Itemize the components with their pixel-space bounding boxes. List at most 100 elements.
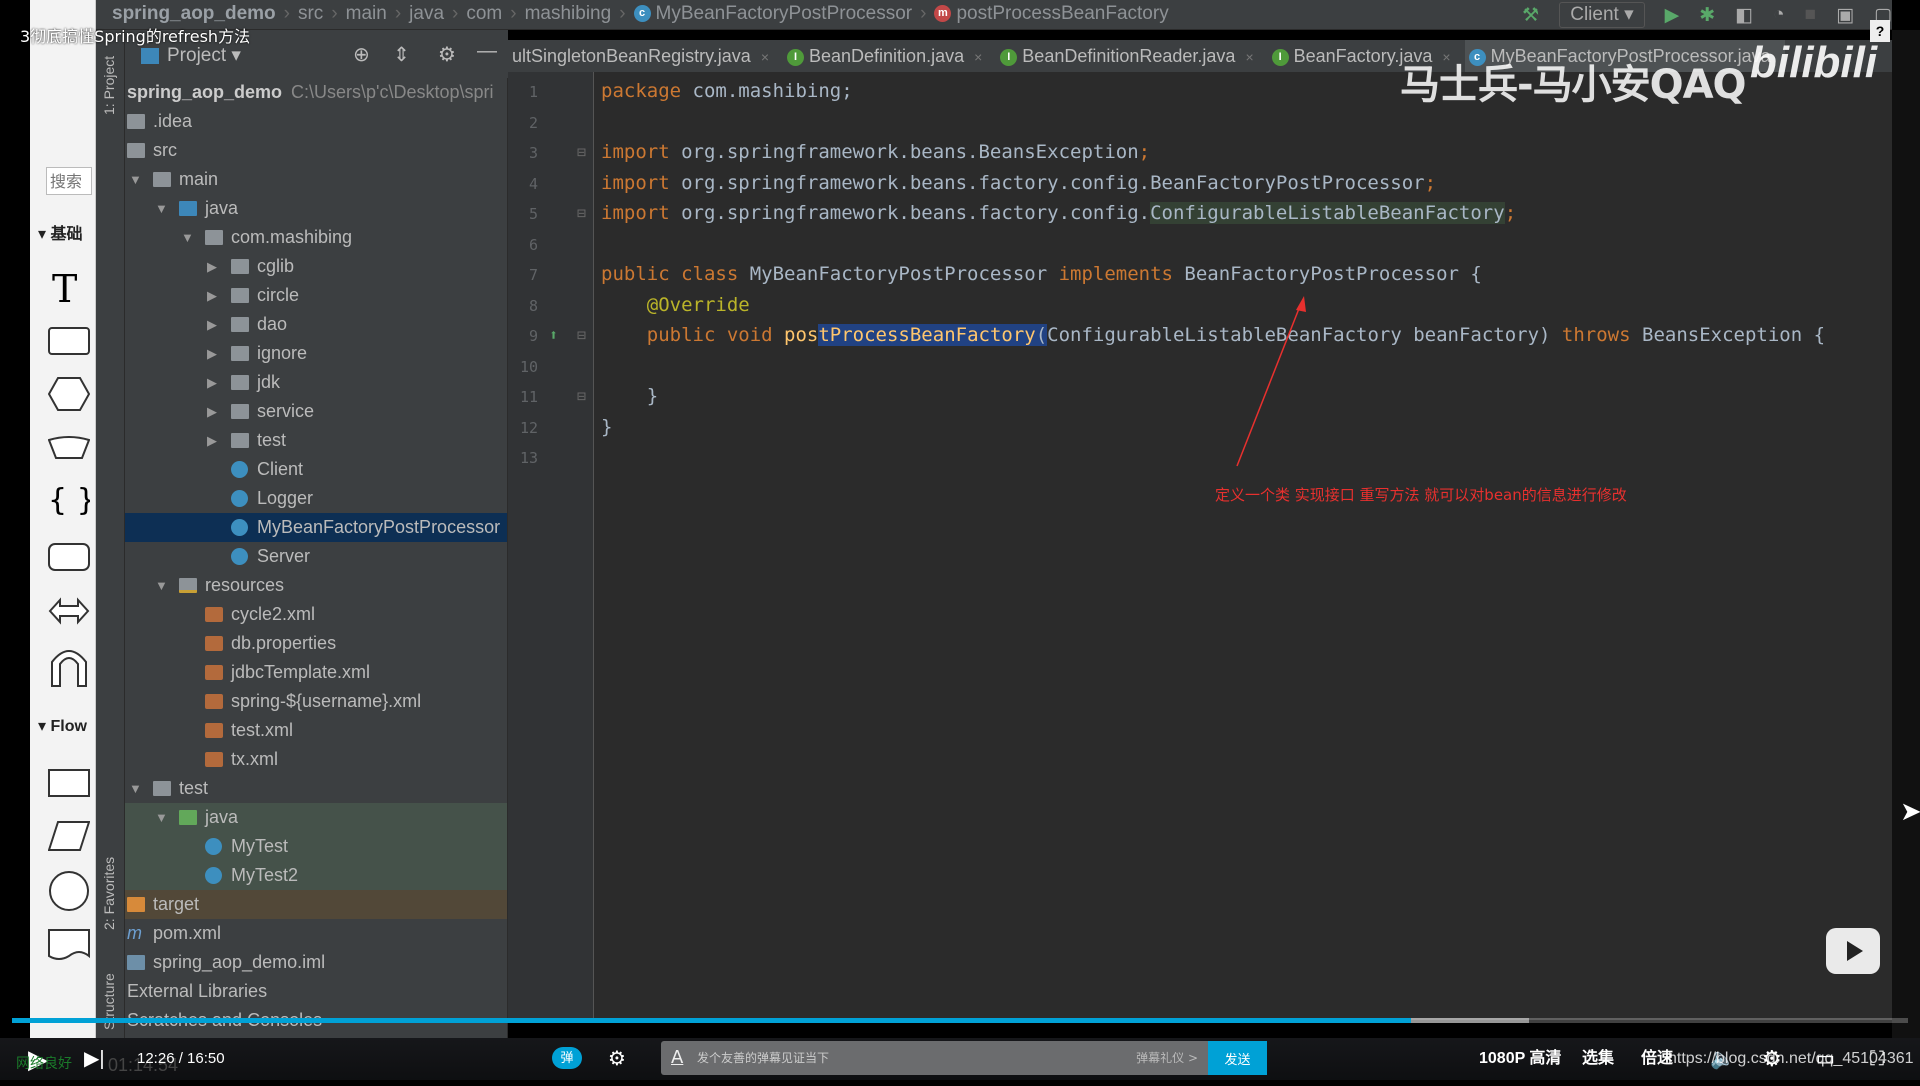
expanded-arrow-icon[interactable]: ▼ xyxy=(181,223,194,252)
tree-item[interactable]: ▶ jdk xyxy=(125,368,507,397)
stop-icon[interactable]: ■ xyxy=(1805,4,1816,26)
tree-item[interactable]: ▼ resources xyxy=(125,571,507,600)
fold-marker-icon[interactable]: ⊟ xyxy=(570,387,586,405)
tree-item[interactable]: ▶ ignore xyxy=(125,339,507,368)
document-shape-icon[interactable] xyxy=(48,928,90,962)
breadcrumb-item[interactable]: src xyxy=(298,3,323,24)
collapsed-arrow-icon[interactable]: ▶ xyxy=(207,339,217,368)
tree-item[interactable]: cycle2.xml xyxy=(125,600,507,629)
favorites-tool-window-button[interactable]: 2: Favorites xyxy=(101,857,117,930)
locate-icon[interactable]: ⊕ xyxy=(353,42,370,67)
breadcrumb-item[interactable]: spring_aop_demo xyxy=(112,3,276,24)
episodes-button[interactable]: 选集 xyxy=(1582,1038,1614,1080)
tree-item[interactable]: MyBeanFactoryPostProcessor xyxy=(125,513,507,542)
tree-item[interactable]: target xyxy=(125,890,507,919)
hexagon-shape-icon[interactable] xyxy=(48,376,90,412)
collapsed-arrow-icon[interactable]: ▶ xyxy=(207,426,217,455)
override-gutter-icon[interactable]: ⬆ xyxy=(542,326,558,344)
expanded-arrow-icon[interactable]: ▼ xyxy=(155,571,168,600)
breadcrumb-item[interactable]: main xyxy=(346,3,387,24)
help-icon[interactable]: ? xyxy=(1870,20,1890,42)
build-icon[interactable]: ⚒ xyxy=(1522,4,1539,27)
tree-item[interactable]: ▼ java xyxy=(125,803,507,832)
rectangle-shape-icon[interactable] xyxy=(48,326,90,356)
tab-ultsingletonbeanregistry-java[interactable]: ultSingletonBeanRegistry.java × xyxy=(508,40,783,72)
tree-item[interactable]: m pom.xml xyxy=(125,919,507,948)
tree-item[interactable]: ▼ java xyxy=(125,194,507,223)
palette-search-input[interactable] xyxy=(46,167,92,195)
collapsed-arrow-icon[interactable]: ▶ xyxy=(207,281,217,310)
rounded-rect-shape-icon[interactable] xyxy=(48,542,90,572)
run-icon[interactable]: ▶ xyxy=(1665,4,1680,27)
u-shape-icon[interactable] xyxy=(48,646,90,688)
tree-item[interactable]: test.xml xyxy=(125,716,507,745)
tree-item[interactable]: tx.xml xyxy=(125,745,507,774)
parallelogram-shape-icon[interactable] xyxy=(48,820,90,852)
braces-shape-icon[interactable]: { } xyxy=(48,482,90,518)
tree-item[interactable]: ▶ service xyxy=(125,397,507,426)
danmaku-toggle[interactable]: 弹 xyxy=(552,1047,582,1069)
process-shape-icon[interactable] xyxy=(48,768,90,798)
tree-item[interactable]: src xyxy=(125,136,507,165)
tree-item[interactable]: MyTest xyxy=(125,832,507,861)
settings-gear-icon[interactable]: ⚙ xyxy=(438,42,456,67)
tree-item[interactable]: spring-${username}.xml xyxy=(125,687,507,716)
project-structure-icon[interactable]: ▣ xyxy=(1836,4,1854,27)
tree-item[interactable]: ▶ circle xyxy=(125,281,507,310)
tree-item[interactable]: .idea xyxy=(125,107,507,136)
tree-item[interactable]: jdbcTemplate.xml xyxy=(125,658,507,687)
tree-item[interactable]: ▼ main xyxy=(125,165,507,194)
tv-play-icon[interactable] xyxy=(1826,928,1880,974)
code-editor[interactable]: package com.mashibing; import org.springf… xyxy=(594,72,1892,1020)
close-tab-icon[interactable]: × xyxy=(1245,49,1253,65)
collapsed-arrow-icon[interactable]: ▶ xyxy=(207,310,217,339)
expanded-arrow-icon[interactable]: ▼ xyxy=(155,803,168,832)
trapezoid-shape-icon[interactable] xyxy=(48,436,90,462)
tree-root[interactable]: spring_aop_demo C:\Users\p'c\Desktop\spr… xyxy=(125,78,507,107)
tree-item[interactable]: ▼ com.mashibing xyxy=(125,223,507,252)
quality-select[interactable]: 1080P 高清 xyxy=(1479,1038,1561,1080)
video-progress-bar[interactable] xyxy=(12,1018,1908,1023)
collapsed-arrow-icon[interactable]: ▶ xyxy=(207,397,217,426)
collapse-all-icon[interactable]: ⇕ xyxy=(393,42,410,67)
breadcrumb-item[interactable]: postProcessBeanFactory xyxy=(956,3,1168,24)
danmaku-etiquette-link[interactable]: 弹幕礼仪 > xyxy=(1136,1041,1198,1075)
tree-item[interactable]: Logger xyxy=(125,484,507,513)
breadcrumb-item[interactable]: java xyxy=(409,3,444,24)
expanded-arrow-icon[interactable]: ▼ xyxy=(129,774,142,803)
fold-marker-icon[interactable]: ⊟ xyxy=(570,326,586,344)
collapsed-arrow-icon[interactable]: ▶ xyxy=(207,368,217,397)
circle-shape-icon[interactable] xyxy=(48,870,90,912)
danmaku-settings-icon[interactable]: ⚙ xyxy=(608,1038,626,1080)
close-tab-icon[interactable]: × xyxy=(761,49,769,65)
hide-panel-icon[interactable]: — xyxy=(477,40,497,63)
tree-item[interactable]: Server xyxy=(125,542,507,571)
tab-beandefinition-java[interactable]: I BeanDefinition.java × xyxy=(783,40,996,72)
next-episode-icon[interactable]: ▶| xyxy=(84,1038,105,1080)
project-view-select[interactable]: Project ▾ xyxy=(141,44,241,67)
tree-item[interactable]: MyTest2 xyxy=(125,861,507,890)
tree-item[interactable]: ▶ dao xyxy=(125,310,507,339)
close-tab-icon[interactable]: × xyxy=(974,49,982,65)
section-flow[interactable]: ▾ Flow xyxy=(38,716,87,736)
breadcrumb-item[interactable]: MyBeanFactoryPostProcessor xyxy=(656,3,913,24)
run-config-select[interactable]: Client ▾ xyxy=(1559,2,1645,28)
tree-item[interactable]: ▶ cglib xyxy=(125,252,507,281)
section-basic[interactable]: ▾ 基础 xyxy=(38,220,83,244)
tree-item[interactable]: db.properties xyxy=(125,629,507,658)
tab-beandefinitionreader-java[interactable]: I BeanDefinitionReader.java × xyxy=(996,40,1267,72)
debug-icon[interactable]: ✱ xyxy=(1699,4,1715,27)
coverage-icon[interactable]: ◧ xyxy=(1735,4,1753,27)
collapsed-arrow-icon[interactable]: ▶ xyxy=(207,252,217,281)
text-shape-icon[interactable]: T xyxy=(48,268,88,308)
expanded-arrow-icon[interactable]: ▼ xyxy=(155,194,168,223)
double-arrow-shape-icon[interactable] xyxy=(48,594,90,628)
fold-marker-icon[interactable]: ⊟ xyxy=(570,204,586,222)
project-tool-window-button[interactable]: 1: Project xyxy=(101,56,117,115)
tree-item[interactable]: External Libraries xyxy=(125,977,507,1006)
tree-item[interactable]: spring_aop_demo.iml xyxy=(125,948,507,977)
tree-item[interactable]: ▼ test xyxy=(125,774,507,803)
fold-marker-icon[interactable]: ⊟ xyxy=(570,143,586,161)
breadcrumb-item[interactable]: mashibing xyxy=(525,3,612,24)
profile-icon[interactable]: ◔ xyxy=(1773,4,1784,26)
